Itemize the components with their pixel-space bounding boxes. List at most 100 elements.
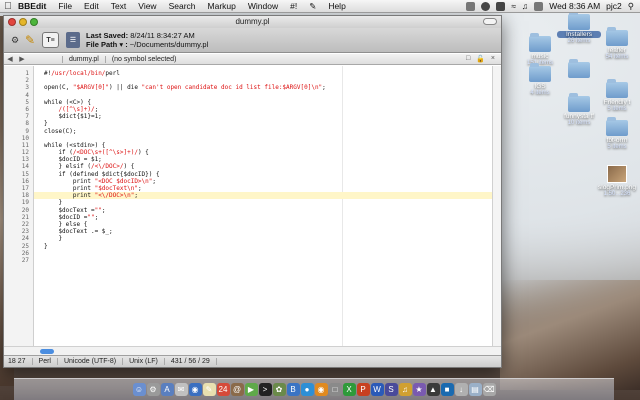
menu-search[interactable]: Search — [163, 1, 202, 11]
code-line[interactable]: } else { — [44, 221, 501, 228]
close-document-icon[interactable]: × — [491, 55, 495, 63]
notes-icon[interactable]: ✎ — [202, 383, 216, 396]
trash-icon[interactable]: ⌫ — [482, 383, 496, 396]
photos-icon[interactable]: ✿ — [272, 383, 286, 396]
menu-view[interactable]: View — [132, 1, 162, 11]
code-line[interactable]: print "<DOC $docID>\n"; — [44, 178, 501, 185]
code-line[interactable]: if (/<DOC\s+([^\s>]+)/) { — [44, 149, 501, 156]
code-line[interactable]: } elsif (/<\/DOC>/) { — [44, 163, 501, 170]
window-titlebar[interactable]: dummy.pl — [4, 16, 501, 28]
wifi-icon[interactable]: ≈ — [511, 1, 516, 11]
code-line[interactable]: $dict{$1}=1; — [44, 113, 501, 120]
code-line[interactable] — [44, 77, 501, 84]
desktop-folder-leafler[interactable]: leafler 54 items — [595, 27, 639, 61]
safari-icon[interactable]: ◉ — [188, 383, 202, 396]
pencil-icon[interactable]: ✎ — [22, 32, 38, 48]
terminal-icon[interactable]: > — [258, 383, 272, 396]
close-button[interactable] — [8, 18, 16, 26]
chrome-icon[interactable]: ● — [300, 383, 314, 396]
facetime-icon[interactable]: ▶ — [244, 383, 258, 396]
menu-text[interactable]: Text — [105, 1, 133, 11]
symbol-popup[interactable]: (no symbol selected) — [104, 55, 183, 63]
time-machine-icon[interactable] — [496, 1, 506, 11]
stack-downloads-icon[interactable]: ↓ — [454, 383, 468, 396]
code-line[interactable]: close(C); — [44, 128, 501, 135]
code-line[interactable]: $docID = $1; — [44, 156, 501, 163]
code-line[interactable]: print "$docText\n"; — [44, 185, 501, 192]
vertical-scrollbar[interactable] — [492, 66, 501, 357]
code-text-area[interactable]: #!/usr/local/bin/perl open(C, "$ARGV[0]")… — [34, 66, 501, 357]
lock-icon[interactable]: 🔓 — [476, 55, 485, 63]
activity-monitor-icon[interactable]: ▲ — [426, 383, 440, 396]
powerpoint-icon[interactable]: P — [356, 383, 370, 396]
forward-arrow-icon[interactable]: ▶ — [16, 55, 28, 63]
app-icon-purple[interactable]: ★ — [412, 383, 426, 396]
code-line[interactable]: if (defined $dict{$docID}) { — [44, 171, 501, 178]
preview-icon[interactable]: □ — [328, 383, 342, 396]
code-line[interactable]: open(C, "$ARGV[0]") || die "can't open c… — [44, 84, 501, 91]
code-line[interactable]: } — [44, 235, 501, 242]
scroll-thumb[interactable] — [40, 349, 54, 354]
menu-window[interactable]: Window — [242, 1, 284, 11]
toolbar-toggle-button[interactable] — [483, 18, 497, 25]
document-popup[interactable]: dummy.pl — [62, 55, 105, 63]
user-name[interactable]: pjc2 — [606, 1, 622, 11]
code-line[interactable]: } — [44, 120, 501, 127]
code-line[interactable]: while (<C>) { — [44, 99, 501, 106]
code-line[interactable]: } — [44, 243, 501, 250]
app-store-icon[interactable]: A — [160, 383, 174, 396]
counterpart-icon[interactable]: □ — [466, 55, 470, 63]
desktop-folder-music[interactable]: music 151 items — [518, 33, 562, 67]
code-line[interactable]: $docID =""; — [44, 214, 501, 221]
scripts-menu-icon[interactable]: ✎ — [303, 1, 322, 12]
desktop-folder-igs[interactable]: IGS 4 items — [518, 63, 562, 97]
display-icon[interactable] — [466, 1, 476, 11]
menu-file[interactable]: File — [52, 1, 78, 11]
app-menu[interactable]: BBEdit — [16, 1, 52, 11]
itunes-icon[interactable]: ♫ — [398, 383, 412, 396]
desktop-folder-friendly[interactable]: Friendly t 5 items — [595, 79, 639, 113]
apple-menu-icon[interactable]:  — [0, 1, 16, 12]
code-line[interactable]: while (<stdin>) { — [44, 142, 501, 149]
sync-icon[interactable] — [481, 1, 491, 11]
battery-icon[interactable] — [534, 1, 544, 11]
documents-stack-icon[interactable]: ▤ — [468, 383, 482, 396]
menu-shebang[interactable]: #! — [284, 1, 303, 11]
bbedit-icon[interactable]: B — [286, 383, 300, 396]
gear-icon[interactable]: ⚙ — [7, 32, 23, 48]
language-popup[interactable]: Perl — [33, 358, 58, 365]
encoding-popup[interactable]: Unicode (UTF-8) — [58, 358, 124, 365]
address-book-icon[interactable]: @ — [230, 383, 244, 396]
code-line[interactable] — [44, 257, 501, 264]
spotlight-icon[interactable]: ⚲ — [628, 1, 634, 12]
clock-text[interactable]: Wed 8:36 AM — [549, 1, 600, 11]
finder-icon[interactable]: ☺ — [132, 383, 146, 396]
menu-help[interactable]: Help — [322, 1, 351, 11]
mail-icon[interactable]: ✉ — [174, 383, 188, 396]
text-options-button[interactable]: T≡ — [42, 32, 59, 48]
calendar-icon[interactable]: 24 — [216, 383, 230, 396]
menu-markup[interactable]: Markup — [202, 1, 242, 11]
volume-icon[interactable]: ♫ — [522, 1, 528, 11]
zoom-button[interactable] — [30, 18, 38, 26]
desktop-folder-fbt[interactable]: fbt-orrn 5 items — [595, 117, 639, 151]
menu-edit[interactable]: Edit — [78, 1, 105, 11]
cursor-position[interactable]: 18 27 — [4, 358, 33, 365]
code-line[interactable]: $docText .= $_; — [44, 228, 501, 235]
app-icon-blue[interactable]: ■ — [440, 383, 454, 396]
code-line[interactable] — [44, 250, 501, 257]
horizontal-scrollbar[interactable] — [4, 346, 501, 355]
code-line[interactable] — [44, 92, 501, 99]
word-icon[interactable]: W — [370, 383, 384, 396]
firefox-icon[interactable]: ◉ — [314, 383, 328, 396]
code-line[interactable]: /([^\s]+)/; — [44, 106, 501, 113]
system-preferences-icon[interactable]: ⚙ — [146, 383, 160, 396]
code-line[interactable]: #!/usr/local/bin/perl — [44, 70, 501, 77]
skype-icon[interactable]: S — [384, 383, 398, 396]
desktop-file-image[interactable]: slogPrim.png 1.50...236 — [595, 165, 639, 198]
code-line[interactable]: } — [44, 199, 501, 206]
document-icon[interactable]: ☰ — [66, 32, 80, 48]
line-endings-popup[interactable]: Unix (LF) — [123, 358, 165, 365]
desktop-folder-unnamed[interactable] — [557, 59, 601, 79]
file-path-label[interactable]: File Path ▾ : — [86, 40, 128, 49]
